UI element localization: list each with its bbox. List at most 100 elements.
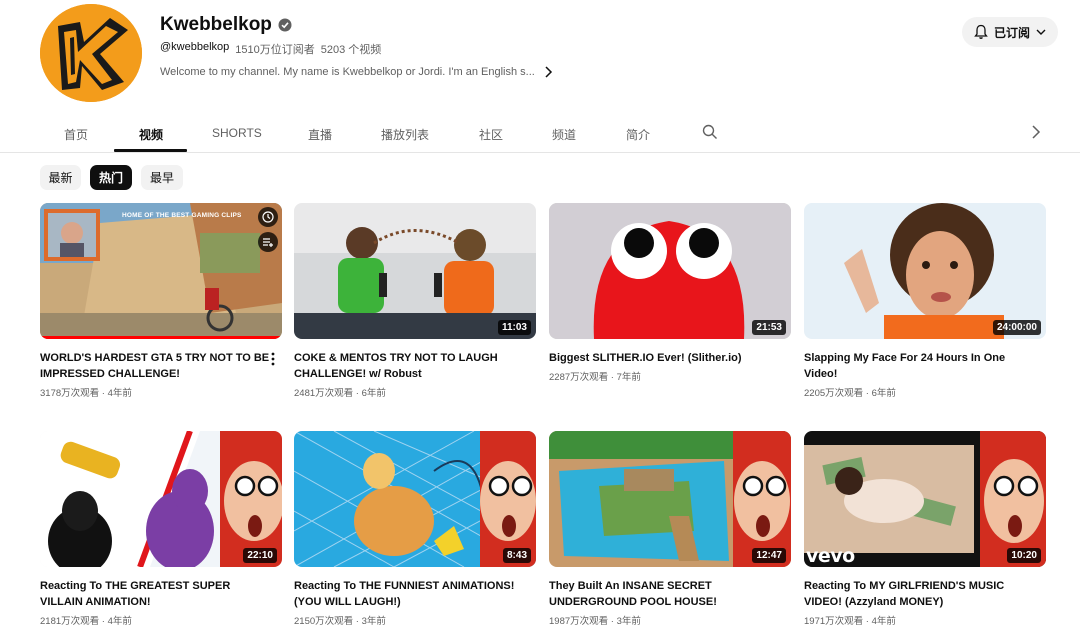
meta-separator: · [610,616,614,627]
video-thumbnail[interactable]: vevo 10:20 [804,431,1046,567]
thumbnail-image [40,431,282,567]
more-options-icon[interactable] [270,352,276,366]
add-to-queue-icon[interactable] [258,232,278,252]
tab-channels[interactable]: 频道 [552,126,576,143]
upload-age: 6年前 [871,388,896,399]
video-card[interactable]: vevo 10:20 Reacting To MY GIRLFRIEND'S M… [804,431,1046,627]
video-meta: 1987万次观看 · 3年前 [549,613,791,627]
upload-age: 3年前 [361,616,386,627]
chevron-down-icon [1036,29,1046,35]
video-title[interactable]: Reacting To THE FUNNIEST ANIMATIONS! (YO… [294,578,524,610]
meta-separator: · [355,388,359,399]
video-meta: 1971万次观看 · 4年前 [804,613,1046,627]
tab-about[interactable]: 简介 [626,126,650,143]
video-thumbnail[interactable]: 12:47 [549,431,791,567]
video-title[interactable]: Biggest SLITHER.IO Ever! (Slither.io) [549,350,779,366]
video-title[interactable]: Reacting To THE GREATEST SUPER VILLAIN A… [40,578,270,610]
video-thumbnail[interactable]: 8:43 [294,431,536,567]
active-tab-indicator [114,149,187,152]
video-duration: 21:53 [752,320,786,335]
thumbnail-image [549,203,791,339]
meta-separator: · [610,372,614,383]
tab-live[interactable]: 直播 [308,126,332,143]
watch-progress-bar [40,336,282,339]
video-meta: 2481万次观看 · 6年前 [294,385,536,399]
video-duration: 24:00:00 [992,320,1041,335]
upload-age: 6年前 [361,388,386,399]
video-duration: 10:20 [1007,548,1041,563]
tab-home[interactable]: 首页 [64,126,88,143]
video-card[interactable]: 24:00:00 Slapping My Face For 24 Hours I… [804,203,1046,399]
video-title[interactable]: They Built An INSANE SECRET UNDERGROUND … [549,578,779,610]
channel-avatar[interactable] [40,4,142,102]
video-meta: 2181万次观看 · 4年前 [40,613,282,627]
thumbnail-image [804,203,1046,339]
chevron-right-icon [545,66,552,78]
video-title[interactable]: COKE & MENTOS TRY NOT TO LAUGH CHALLENGE… [294,350,524,382]
video-thumbnail[interactable]: 11:03 [294,203,536,339]
channel-description[interactable]: Welcome to my channel. My name is Kwebbe… [160,66,553,78]
view-count: 2181万次观看 [40,616,100,627]
video-card[interactable]: 12:47 They Built An INSANE SECRET UNDERG… [549,431,791,627]
video-card[interactable]: 8:43 Reacting To THE FUNNIEST ANIMATIONS… [294,431,536,627]
video-thumbnail[interactable]: 24:00:00 [804,203,1046,339]
tab-shorts[interactable]: SHORTS [212,126,262,140]
thumbnail-image [40,203,282,339]
video-thumbnail[interactable]: 22:10 [40,431,282,567]
meta-separator: · [355,616,359,627]
video-card[interactable]: 11:03 COKE & MENTOS TRY NOT TO LAUGH CHA… [294,203,536,399]
channel-tabs: 首页 视频 SHORTS 直播 播放列表 社区 频道 简介 [0,112,1080,153]
chip-latest[interactable]: 最新 [40,165,81,190]
video-card[interactable]: 22:10 Reacting To THE GREATEST SUPER VIL… [40,431,282,627]
video-thumbnail[interactable]: 21:53 [549,203,791,339]
video-card[interactable]: HOME OF THE BEST GAMING CLIPS WORLD'S HA… [40,203,282,399]
view-count: 2287万次观看 [549,372,609,383]
meta-separator: · [101,388,105,399]
view-count: 2205万次观看 [804,388,864,399]
thumbnail-overlay-text: HOME OF THE BEST GAMING CLIPS [122,212,242,219]
upload-age: 4年前 [871,616,896,627]
channel-title-row: Kwebbelkop [160,14,292,36]
video-duration: 8:43 [502,548,531,563]
vevo-watermark: vevo [806,545,855,567]
tab-playlists[interactable]: 播放列表 [381,126,429,143]
channel-name: Kwebbelkop [160,14,272,35]
search-icon[interactable] [702,124,718,140]
subscribed-button[interactable]: 已订阅 [962,17,1058,47]
subscribed-label: 已订阅 [993,25,1030,40]
video-meta: 3178万次观看 · 4年前 [40,385,282,399]
thumbnail-image [294,203,536,339]
video-card[interactable]: 21:53 Biggest SLITHER.IO Ever! (Slither.… [549,203,791,383]
bell-icon [974,24,988,39]
view-count: 2150万次观看 [294,616,354,627]
description-text: Welcome to my channel. My name is Kwebbe… [160,66,535,78]
video-duration: 22:10 [243,548,277,563]
tab-community[interactable]: 社区 [479,126,503,143]
thumbnail-image [294,431,536,567]
upload-age: 4年前 [107,616,132,627]
meta-separator: · [865,388,869,399]
meta-separator: · [101,616,105,627]
chevron-right-icon[interactable] [1031,124,1041,140]
video-duration: 11:03 [497,320,531,335]
view-count: 1987万次观看 [549,616,609,627]
upload-age: 4年前 [107,388,132,399]
channel-meta: @kwebbelkop 1510万位订阅者 5203 个视频 [160,41,381,57]
video-meta: 2205万次观看 · 6年前 [804,385,1046,399]
watch-later-icon[interactable] [258,207,278,227]
chip-oldest[interactable]: 最早 [141,165,183,190]
view-count: 3178万次观看 [40,388,100,399]
chip-popular[interactable]: 热门 [90,165,132,190]
upload-age: 3年前 [616,616,641,627]
tab-videos[interactable]: 视频 [139,126,163,143]
channel-handle: @kwebbelkop [160,41,230,53]
video-thumbnail[interactable]: HOME OF THE BEST GAMING CLIPS [40,203,282,339]
video-meta: 2150万次观看 · 3年前 [294,613,536,627]
video-title[interactable]: Slapping My Face For 24 Hours In One Vid… [804,350,1034,382]
upload-age: 7年前 [616,372,641,383]
video-title[interactable]: Reacting To MY GIRLFRIEND'S MUSIC VIDEO!… [804,578,1034,610]
video-count: 5203 个视频 [320,44,382,56]
view-count: 2481万次观看 [294,388,354,399]
meta-separator: · [865,616,869,627]
video-title[interactable]: WORLD'S HARDEST GTA 5 TRY NOT TO BE IMPR… [40,350,270,382]
